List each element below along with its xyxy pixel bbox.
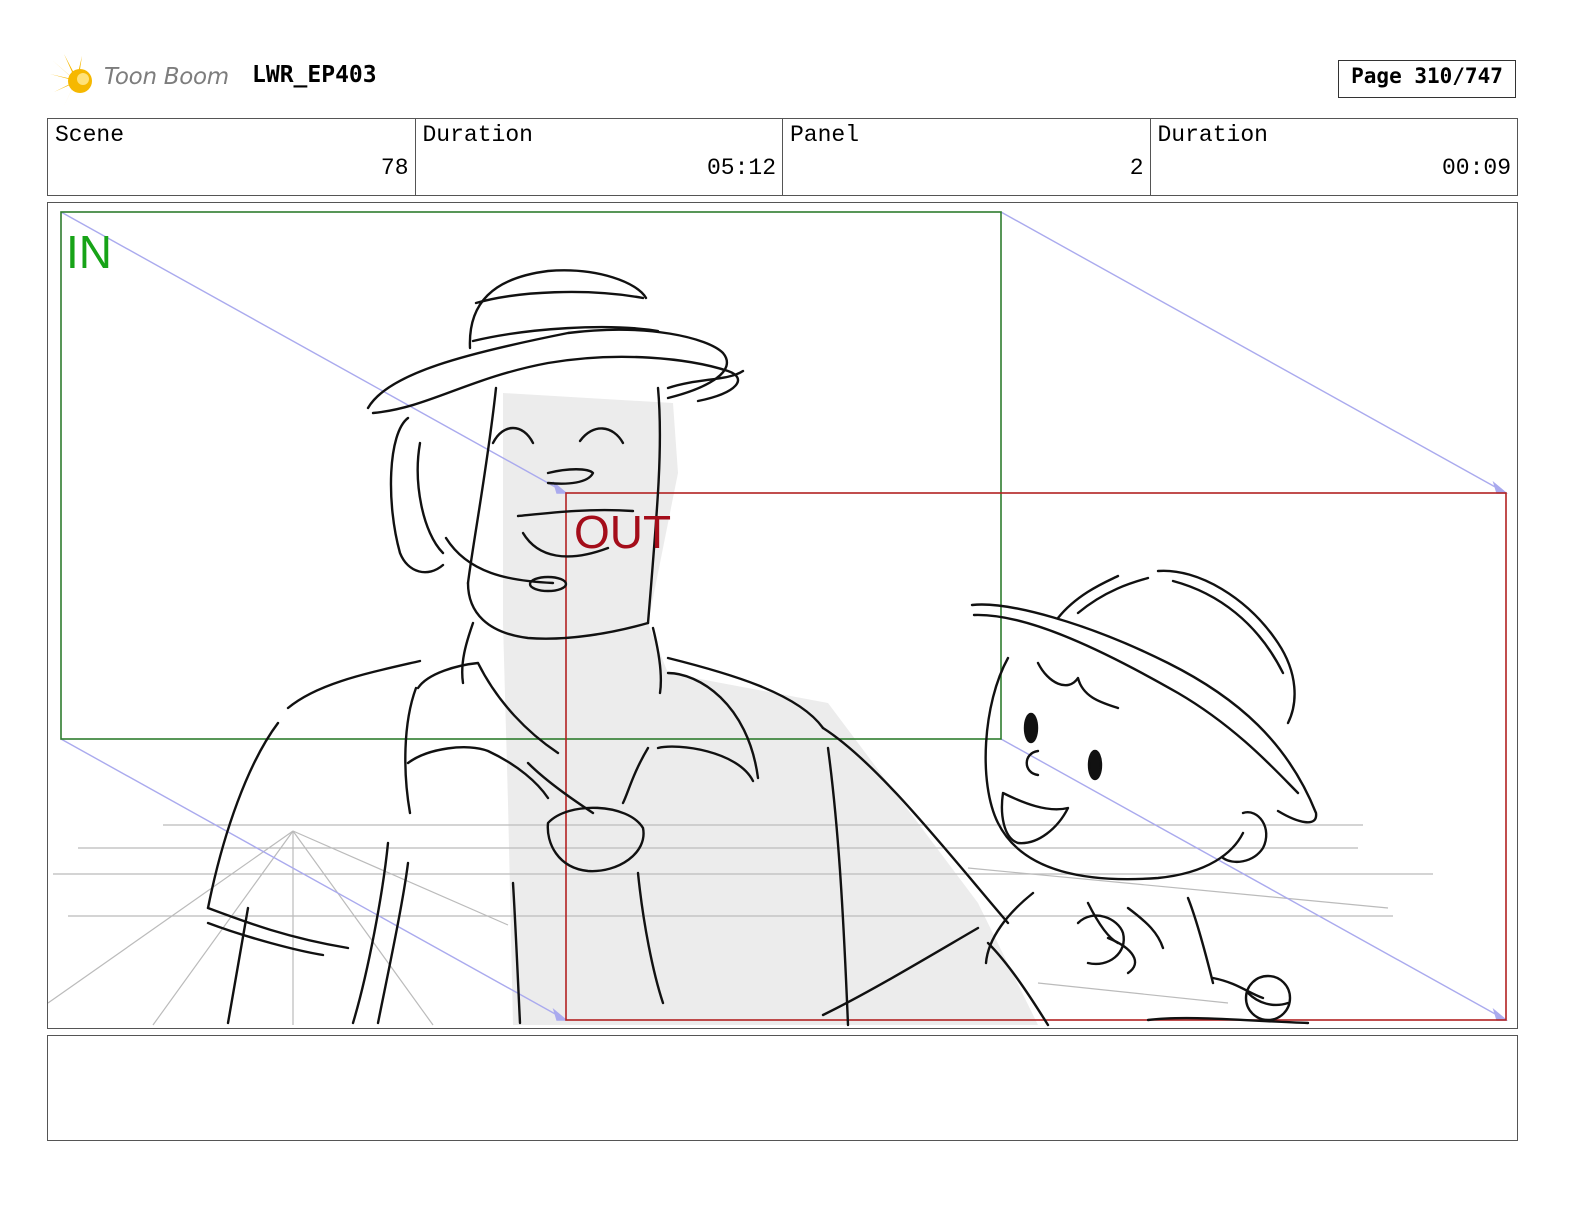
panel-duration-value: 00:09: [1441, 155, 1511, 181]
scene-duration-cell: Duration 05:12: [416, 119, 783, 195]
scene-duration-value: 05:12: [706, 155, 776, 181]
panel-value: 2: [1129, 155, 1144, 181]
panel-duration-cell: Duration 00:09: [1151, 119, 1518, 195]
logo-text: Toon Boom: [104, 64, 229, 90]
scene-value: 78: [380, 155, 409, 181]
in-frame-label: IN: [66, 226, 112, 278]
page-indicator: Page 310/747: [1338, 60, 1516, 98]
kid-sketch: [970, 569, 1318, 1025]
scene-cell: Scene 78: [48, 119, 416, 195]
panel-info-table: Scene 78 Duration 05:12 Panel 2 Duration…: [47, 118, 1518, 196]
panel-notes[interactable]: [47, 1035, 1518, 1141]
grey-tone-shapes: [503, 393, 1038, 1025]
panel-label: Panel: [790, 122, 860, 148]
project-title: LWR_EP403: [252, 62, 377, 88]
panel-drawing: [48, 211, 1508, 1027]
storyboard-panel: IN OUT: [47, 202, 1518, 1029]
panel-duration-label: Duration: [1157, 122, 1268, 148]
scene-label: Scene: [55, 122, 125, 148]
out-frame-label: OUT: [574, 506, 672, 558]
panel-cell: Panel 2: [783, 119, 1151, 195]
page-number: Page 310/747: [1351, 64, 1503, 88]
scene-duration-label: Duration: [422, 122, 533, 148]
